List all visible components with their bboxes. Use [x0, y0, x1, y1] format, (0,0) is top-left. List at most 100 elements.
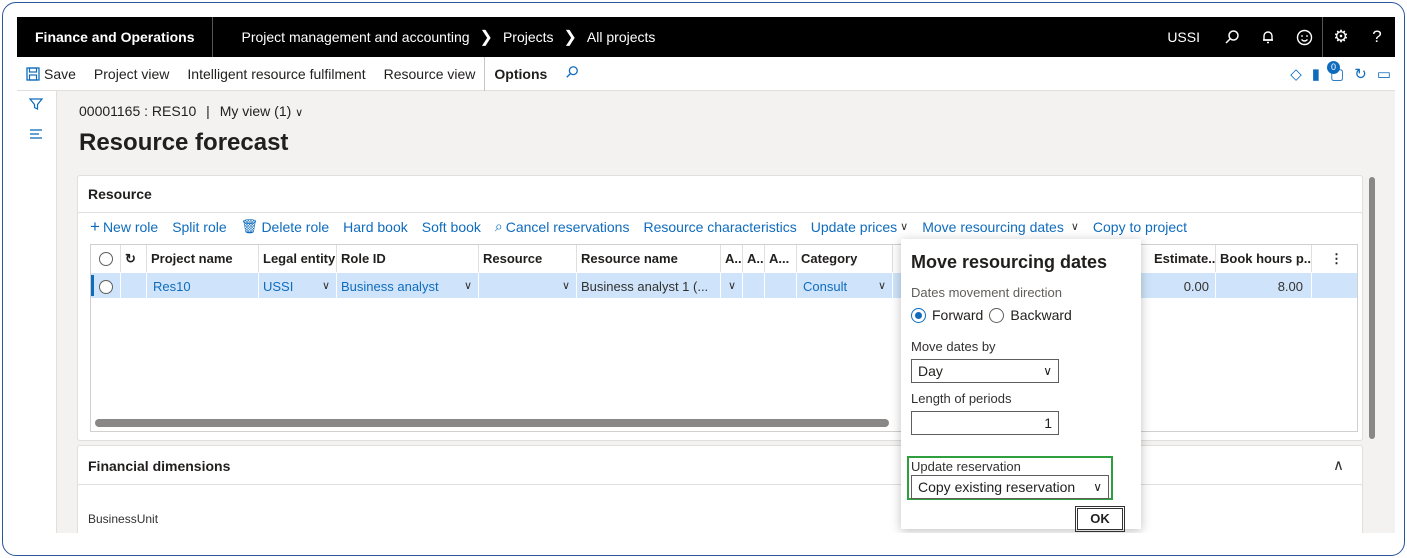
column-header-resource[interactable]: Resource — [479, 245, 577, 272]
chevron-right-icon: ❯ — [479, 29, 493, 46]
open-new-window-icon[interactable]: ▭ — [1377, 65, 1391, 83]
column-header-estimate[interactable]: Estimate... — [1150, 245, 1216, 272]
breadcrumb-all-projects[interactable]: All projects — [587, 29, 655, 45]
cancel-reservations-label: Cancel reservations — [505, 218, 630, 235]
grid-header-row: ↻ Project name Legal entity Role ID Reso… — [91, 245, 1357, 272]
delete-role-button[interactable]: 🗑︎ Delete role — [241, 218, 336, 235]
chevron-down-icon: ∨ — [1093, 480, 1102, 494]
smiley-icon[interactable] — [1286, 17, 1322, 57]
cell-legal-entity[interactable]: USSI ∨ — [259, 273, 337, 300]
backward-radio[interactable] — [989, 307, 1005, 323]
cell-category-value: Consult — [803, 279, 848, 294]
cell-role-id-value: Business analyst — [341, 279, 439, 294]
trash-icon: 🗑︎ — [240, 218, 259, 234]
ok-button[interactable]: OK — [1075, 506, 1125, 532]
update-prices-menu[interactable]: Update prices ∨ — [811, 218, 915, 235]
options-tab[interactable]: Options — [484, 56, 556, 91]
column-header-a1[interactable]: A... — [721, 245, 743, 272]
table-row[interactable]: Res10 USSI ∨ Business analyst ∨ ∨ Business… — [91, 272, 1357, 300]
financial-dimensions-title[interactable]: Financial dimensions — [88, 458, 230, 474]
related-info-icon[interactable] — [29, 127, 43, 145]
plus-icon: + — [90, 216, 100, 236]
soft-book-button[interactable]: Soft book — [422, 218, 488, 235]
horizontal-scrollbar[interactable] — [95, 419, 889, 427]
header-separator: | — [206, 103, 210, 119]
column-header-project-name[interactable]: Project name — [147, 245, 259, 272]
update-reservation-select[interactable]: Copy existing reservation ∨ — [911, 475, 1109, 499]
save-label: Save — [44, 65, 76, 82]
select-all-checkbox[interactable] — [95, 245, 121, 272]
intelligent-resource-fulfilment-button[interactable]: Intelligent resource fulfilment — [178, 57, 374, 91]
column-header-role-id[interactable]: Role ID — [337, 245, 479, 272]
chevron-down-icon: ∨ — [877, 280, 886, 292]
move-dates-by-select[interactable]: Day ∨ — [911, 359, 1059, 383]
record-id: 00001165 : RES10 — [79, 103, 197, 119]
length-of-periods-input[interactable]: 1 — [911, 411, 1059, 435]
row-select-radio[interactable] — [95, 273, 121, 300]
move-resourcing-dates-label: Move resourcing dates — [922, 218, 1064, 235]
resource-view-button[interactable]: Resource view — [375, 57, 485, 91]
backward-label[interactable]: Backward — [1010, 307, 1071, 323]
chevron-up-icon[interactable]: ∧ — [1333, 456, 1344, 474]
column-header-resource-name[interactable]: Resource name — [577, 245, 721, 272]
help-icon[interactable]: ? — [1359, 17, 1395, 57]
cell-project-name[interactable]: Res10 — [147, 273, 259, 300]
vertical-scrollbar[interactable] — [1369, 177, 1375, 439]
breadcrumb-module[interactable]: Project management and accounting — [241, 29, 469, 45]
cancel-search-icon: ⌕ — [494, 218, 503, 234]
forward-label[interactable]: Forward — [932, 307, 983, 323]
cell-role-id[interactable]: Business analyst ∨ — [337, 273, 479, 300]
column-header-a2[interactable]: A... — [743, 245, 765, 272]
hard-book-button[interactable]: Hard book — [343, 218, 415, 235]
breadcrumb-projects[interactable]: Projects — [503, 29, 554, 45]
filter-icon[interactable] — [28, 97, 44, 115]
attachments-icon[interactable]: ▢ 0 — [1327, 61, 1344, 83]
screenshot-frame: Finance and Operations Project managemen… — [2, 2, 1405, 556]
view-selector[interactable]: My view (1) — [220, 103, 292, 119]
project-view-button[interactable]: Project view — [85, 57, 178, 91]
length-of-periods-label: Length of periods — [911, 391, 1012, 406]
split-role-button[interactable]: Split role — [172, 218, 233, 235]
bell-icon[interactable] — [1250, 17, 1286, 57]
move-resourcing-dates-menu[interactable]: Move resourcing dates ∨ — [922, 218, 1086, 235]
resource-toolbar: + New role Split role 🗑︎ Delete role Hard … — [90, 218, 1201, 235]
column-header-legal-entity[interactable]: Legal entity — [259, 245, 337, 272]
search-icon[interactable] — [1214, 17, 1250, 57]
top-nav-right: USSI ⚙ ? — [1167, 17, 1395, 57]
cell-estimate: 0.00 — [1150, 273, 1216, 300]
refresh-column-icon[interactable]: ↻ — [121, 245, 147, 272]
gear-icon[interactable]: ⚙ — [1323, 17, 1359, 57]
power-apps-icon[interactable]: ◇ — [1290, 65, 1302, 83]
column-options-icon[interactable]: ⋮ — [1312, 245, 1357, 272]
cell-resource[interactable]: ∨ — [479, 273, 577, 300]
column-header-book-hours[interactable]: Book hours p... — [1216, 245, 1312, 272]
forward-radio[interactable] — [911, 307, 926, 323]
cell-a3[interactable] — [765, 273, 797, 300]
cancel-reservations-button[interactable]: ⌕ Cancel reservations — [495, 218, 637, 235]
chevron-down-icon: ∨ — [321, 280, 330, 292]
column-header-category[interactable]: Category — [797, 245, 893, 272]
app-name[interactable]: Finance and Operations — [17, 17, 214, 57]
direction-radio-group: Forward Backward — [911, 307, 1072, 323]
column-header-a3[interactable]: A... — [765, 245, 797, 272]
cell-a2[interactable] — [743, 273, 765, 300]
office-icon[interactable]: ▮ — [1312, 65, 1320, 83]
refresh-icon[interactable]: ↻ — [1354, 65, 1367, 83]
resource-section-title[interactable]: Resource — [88, 186, 152, 202]
new-role-button[interactable]: + New role — [90, 218, 165, 235]
row-selected-indicator — [91, 275, 94, 296]
cell-category[interactable]: Consult ∨ — [797, 273, 893, 300]
chevron-down-icon: ∨ — [463, 280, 472, 292]
chevron-down-icon: ∨ — [1043, 364, 1052, 378]
company-picker[interactable]: USSI — [1167, 29, 1200, 45]
business-unit-label: BusinessUnit — [88, 512, 159, 526]
breadcrumb: Project management and accounting ❯ Proj… — [213, 27, 655, 47]
save-button[interactable]: Save — [17, 57, 85, 91]
search-options-icon[interactable] — [556, 57, 588, 91]
chevron-down-icon[interactable]: ∨ — [295, 107, 303, 119]
cell-a1[interactable]: ∨ — [721, 273, 743, 300]
left-rail — [17, 91, 57, 533]
copy-to-project-button[interactable]: Copy to project — [1093, 218, 1194, 235]
resource-characteristics-button[interactable]: Resource characteristics — [643, 218, 803, 235]
section-divider — [78, 212, 1362, 213]
